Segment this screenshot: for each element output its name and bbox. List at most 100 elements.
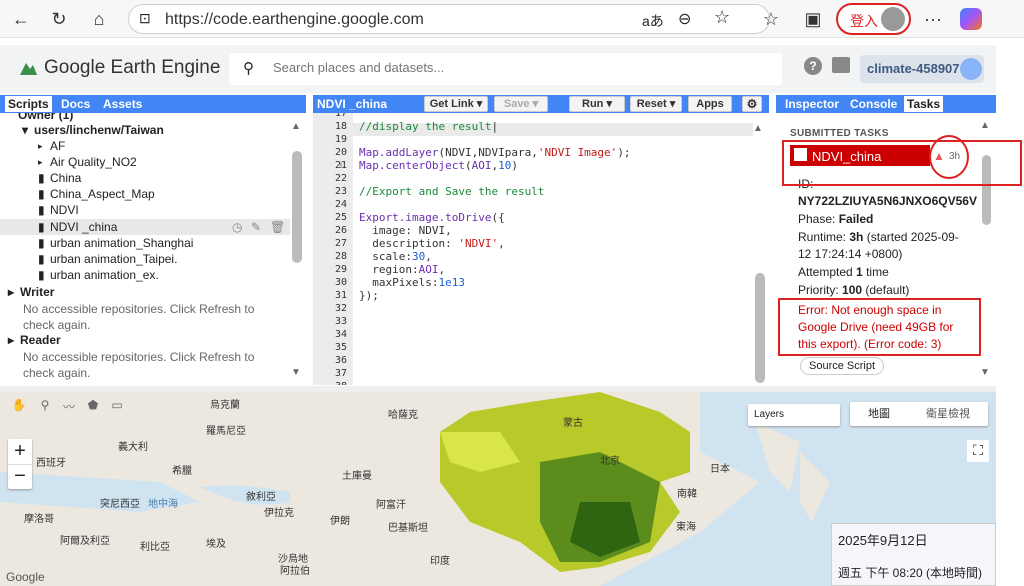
- site-info-icon[interactable]: ⊡: [139, 10, 151, 27]
- signin-button[interactable]: 登入: [836, 3, 911, 35]
- account-icon[interactable]: [960, 58, 982, 80]
- code-line: region:AOI,: [359, 263, 446, 276]
- scroll-down-icon[interactable]: ▼: [980, 367, 990, 378]
- attempted-value: 1: [856, 265, 863, 279]
- point-marker-icon[interactable]: ⚲: [34, 398, 56, 418]
- caret-right-icon[interactable]: ▸: [38, 157, 43, 168]
- map-label: 地中海: [148, 499, 178, 510]
- script-item[interactable]: AF: [50, 139, 65, 153]
- map-label: 哈薩克: [388, 410, 418, 421]
- favorites-icon[interactable]: ☆: [758, 6, 784, 32]
- earth-engine-icon: [20, 63, 37, 75]
- reload-icon[interactable]: ↻: [46, 6, 72, 32]
- map-label: 埃及: [206, 539, 226, 550]
- feedback-icon[interactable]: [832, 57, 850, 73]
- save-button[interactable]: Save ▾: [494, 96, 548, 112]
- layers-control[interactable]: Layers: [748, 404, 840, 426]
- tab-tasks[interactable]: Tasks: [904, 96, 944, 112]
- collections-icon[interactable]: ▣: [800, 6, 826, 32]
- apps-button[interactable]: Apps: [688, 96, 732, 112]
- favorite-star-icon[interactable]: ☆: [714, 7, 730, 28]
- priority-label: Priority:: [798, 283, 839, 297]
- owner-header[interactable]: Owner (1): [18, 113, 73, 122]
- address-bar[interactable]: ⊡ https://code.earthengine.google.com aあ…: [128, 4, 770, 34]
- file-icon: ▮: [38, 203, 45, 217]
- run-button[interactable]: Run ▾: [569, 96, 625, 112]
- back-icon[interactable]: ←: [8, 6, 34, 32]
- file-icon: ▮: [38, 252, 45, 266]
- script-item[interactable]: urban animation_Taipei.: [50, 252, 177, 266]
- reader-header[interactable]: Reader: [20, 333, 61, 347]
- script-item[interactable]: China: [50, 171, 81, 185]
- script-item[interactable]: NDVI: [50, 203, 79, 217]
- tab-assets[interactable]: Assets: [100, 96, 145, 112]
- source-script-button[interactable]: Source Script: [800, 357, 885, 375]
- project-selector[interactable]: climate-458907: [860, 55, 984, 83]
- polygon-draw-icon[interactable]: ⬟: [82, 398, 104, 418]
- submitted-tasks-header: SUBMITTED TASKS: [790, 128, 889, 139]
- copilot-icon[interactable]: [960, 8, 982, 30]
- settings-gear-icon[interactable]: ⚙: [742, 96, 762, 112]
- line-draw-icon[interactable]: 〰: [58, 398, 80, 418]
- map-label: 義大利: [118, 442, 148, 453]
- get-link-label: Get Link: [429, 98, 474, 110]
- caret-right-icon[interactable]: ▸: [38, 141, 43, 152]
- writer-header[interactable]: Writer: [20, 285, 54, 299]
- hand-icon[interactable]: ✋: [8, 398, 30, 418]
- help-icon[interactable]: ?: [804, 57, 822, 75]
- zoom-icon[interactable]: ⊖: [678, 9, 691, 29]
- tab-inspector[interactable]: Inspector: [782, 96, 842, 112]
- history-icon[interactable]: ◷: [232, 220, 242, 234]
- left-tabbar: Scripts Docs Assets: [0, 95, 306, 113]
- map-type-button[interactable]: 地圖: [850, 402, 908, 426]
- map-label: 阿爾及利亞: [60, 536, 110, 547]
- scrollbar-thumb[interactable]: [292, 151, 302, 263]
- logo-text: Google Earth Engine: [44, 57, 221, 78]
- attempted-suffix: time: [866, 265, 889, 279]
- rename-icon[interactable]: ✎: [251, 220, 261, 234]
- home-icon[interactable]: ⌂: [86, 6, 112, 32]
- highlight-box: [778, 298, 981, 356]
- satellite-button[interactable]: 衛星檢視: [908, 402, 988, 426]
- get-link-button[interactable]: Get Link ▾: [424, 96, 488, 112]
- tab-docs[interactable]: Docs: [58, 96, 93, 112]
- zoom-control: + −: [8, 439, 32, 489]
- script-item[interactable]: China_Aspect_Map: [50, 187, 155, 201]
- tab-console[interactable]: Console: [847, 96, 900, 112]
- line-number: 24: [334, 199, 347, 210]
- search-input[interactable]: [273, 60, 753, 75]
- map-label: 羅馬尼亞: [206, 426, 246, 437]
- code-editor[interactable]: 17 18 19 20 21 22 23 24 25 26 27 28 29 30 31 32 33 34 35 36…: [313, 113, 769, 385]
- caret-down-icon[interactable]: ▾: [22, 123, 28, 137]
- search-box[interactable]: ⚲: [229, 53, 782, 85]
- fullscreen-icon[interactable]: ⛶: [967, 440, 989, 462]
- zoom-in-icon[interactable]: +: [8, 439, 32, 464]
- delete-icon[interactable]: 🗑: [270, 220, 285, 234]
- map-label: 伊朗: [330, 516, 350, 527]
- scroll-up-icon[interactable]: ▲: [291, 121, 301, 132]
- scroll-up-icon[interactable]: ▲: [980, 120, 990, 131]
- caret-right-icon[interactable]: ▸: [8, 333, 14, 347]
- user-folder[interactable]: users/linchenw/Taiwan: [34, 123, 164, 137]
- script-item-selected[interactable]: NDVI _china: [50, 220, 117, 234]
- more-icon[interactable]: ···: [920, 6, 946, 32]
- line-number: 30: [334, 277, 347, 288]
- gee-logo[interactable]: Google Earth Engine: [18, 57, 220, 79]
- line-number: 38: [313, 381, 347, 385]
- line-number: 31: [334, 290, 347, 301]
- editor-scrollbar-thumb[interactable]: [755, 273, 765, 383]
- browser-toolbar: ← ↻ ⌂ ⊡ https://code.earthengine.google.…: [0, 0, 1024, 38]
- script-item[interactable]: urban animation_Shanghai: [50, 236, 193, 250]
- script-item[interactable]: urban animation_ex.: [50, 268, 159, 282]
- reset-button[interactable]: Reset ▾: [630, 96, 682, 112]
- scroll-down-icon[interactable]: ▼: [291, 367, 301, 378]
- scroll-up-icon[interactable]: ▲: [753, 123, 763, 134]
- reader-mode-icon[interactable]: aあ: [642, 11, 664, 31]
- caret-right-icon[interactable]: ▸: [8, 285, 14, 299]
- tab-scripts[interactable]: Scripts: [5, 96, 52, 112]
- map-label: 蒙古: [563, 418, 583, 429]
- zoom-out-icon[interactable]: −: [8, 464, 32, 489]
- script-item[interactable]: Air Quality_NO2: [50, 155, 137, 169]
- writer-message: No accessible repositories. Click Refres…: [23, 302, 255, 332]
- rectangle-draw-icon[interactable]: ▭: [106, 398, 128, 418]
